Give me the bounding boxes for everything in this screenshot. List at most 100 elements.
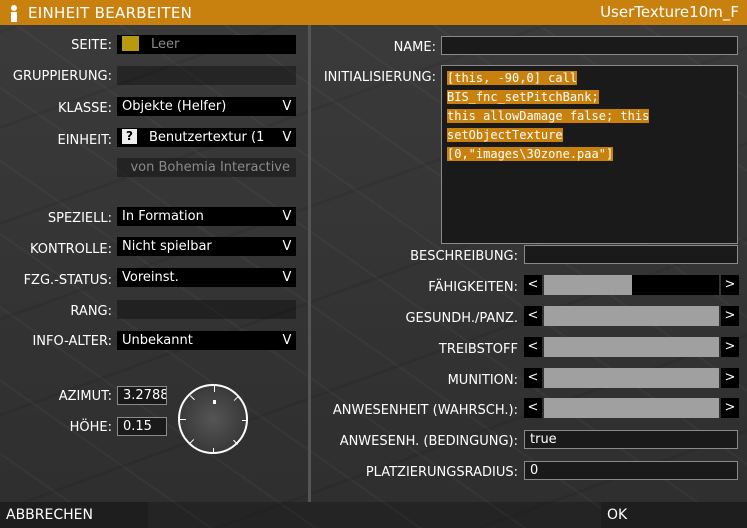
dial-tick xyxy=(214,386,215,392)
munition-label: MUNITION: xyxy=(447,373,518,388)
init-line: [this, -90,0] call BIS_fnc_setPitchBank; xyxy=(447,71,599,104)
arrow-right-icon[interactable]: > xyxy=(721,306,739,326)
klasse-dropdown[interactable]: Objekte (Helfer) V xyxy=(117,97,296,116)
author-field: von Bohemia Interactive xyxy=(117,158,296,177)
hoehe-label: HÖHE: xyxy=(69,420,112,435)
hoehe-input[interactable]: 0.15 xyxy=(117,417,167,436)
azimut-label: AZIMUT: xyxy=(58,389,112,404)
dial-tick xyxy=(180,419,186,420)
chevron-down-icon: V xyxy=(282,333,292,348)
seite-label: SEITE: xyxy=(71,38,112,53)
einheit-label: EINHEIT: xyxy=(57,133,113,148)
kontrolle-dropdown[interactable]: Nicht spielbar V xyxy=(117,237,296,256)
info-alter-value: Unbekannt xyxy=(122,333,193,348)
gesundheit-label: GESUNDH./PANZ. xyxy=(405,311,518,326)
slider-track[interactable] xyxy=(544,275,719,295)
chevron-down-icon: V xyxy=(282,239,292,254)
object-class-name: UserTexture10m_F xyxy=(600,3,739,21)
slider-fill xyxy=(544,398,719,418)
speziell-value: In Formation xyxy=(122,209,204,224)
arrow-right-icon[interactable]: > xyxy=(721,398,739,418)
dialog-title: EINHEIT BEARBEITEN xyxy=(28,3,193,22)
klasse-label: KLASSE: xyxy=(57,101,112,116)
chevron-down-icon: V xyxy=(282,209,292,224)
einheit-value: Benutzertextur (1 xyxy=(149,130,265,145)
name-label: NAME: xyxy=(393,40,436,55)
title-bar: EINHEIT BEARBEITEN UserTexture10m_F xyxy=(0,0,747,25)
init-line: setObjectTexture xyxy=(447,128,563,142)
slider-track[interactable] xyxy=(544,368,719,388)
einheit-dropdown[interactable]: ? Benutzertextur (1 V xyxy=(117,128,296,147)
klasse-value: Objekte (Helfer) xyxy=(122,99,227,114)
platzierungsradius-label: PLATZIERUNGSRADIUS: xyxy=(365,465,518,480)
info-alter-dropdown[interactable]: Unbekannt V xyxy=(117,331,296,350)
seite-field[interactable]: Leer xyxy=(117,35,296,54)
ok-button[interactable]: OK xyxy=(601,502,747,528)
slider-track[interactable] xyxy=(544,306,719,326)
beschreibung-label: BESCHREIBUNG: xyxy=(410,249,518,264)
slider-fill xyxy=(544,275,632,295)
kontrolle-label: KONTROLLE: xyxy=(29,242,112,257)
info-alter-label: INFO-ALTER: xyxy=(32,334,112,349)
dial-needle-icon xyxy=(213,400,216,404)
init-line: this allowDamage false; this xyxy=(447,109,650,123)
azimuth-dial[interactable] xyxy=(178,384,248,454)
treibstoff-label: TREIBSTOFF xyxy=(438,342,518,357)
faehigkeiten-slider[interactable]: < > xyxy=(524,275,739,295)
gruppierung-field[interactable] xyxy=(117,66,296,85)
fzg-status-dropdown[interactable]: Voreinst. V xyxy=(117,268,296,287)
initialisierung-label: INITIALISIERUNG: xyxy=(323,70,436,85)
speziell-label: SPEZIELL: xyxy=(47,211,112,226)
beschreibung-input[interactable] xyxy=(524,245,738,264)
dial-tick xyxy=(189,395,195,401)
azimut-input[interactable]: 3.2788 xyxy=(117,386,167,405)
rang-label: RANG: xyxy=(70,304,112,319)
author-text: von Bohemia Interactive xyxy=(130,160,290,175)
bottom-bar-spacer xyxy=(148,502,601,528)
cancel-button[interactable]: ABBRECHEN xyxy=(0,502,148,528)
gesundheit-slider[interactable]: < > xyxy=(524,306,739,326)
slider-track[interactable] xyxy=(544,398,719,418)
init-line: [0,"images\30zone.paa"] xyxy=(447,147,614,161)
anwesenh-bedingung-label: ANWESENH. (BEDINGUNG): xyxy=(339,434,518,449)
condition-input[interactable]: true xyxy=(524,430,738,449)
gruppierung-label: GRUPPIERUNG: xyxy=(12,69,112,84)
init-script-textarea[interactable]: [this, -90,0] call BIS_fnc_setPitchBank;… xyxy=(441,65,738,244)
arrow-left-icon[interactable]: < xyxy=(524,398,542,418)
arrow-right-icon[interactable]: > xyxy=(721,275,739,295)
arrow-left-icon[interactable]: < xyxy=(524,368,542,388)
fzg-status-label: FZG.-STATUS: xyxy=(23,273,112,288)
dial-tick xyxy=(233,395,239,401)
arrow-right-icon[interactable]: > xyxy=(721,337,739,357)
slider-track[interactable] xyxy=(544,337,719,357)
rang-field[interactable] xyxy=(117,300,296,319)
chevron-down-icon: V xyxy=(282,99,292,114)
arrow-left-icon[interactable]: < xyxy=(524,275,542,295)
name-input[interactable] xyxy=(441,36,738,55)
fzg-status-value: Voreinst. xyxy=(122,270,179,285)
anwesenheit-slider[interactable]: < > xyxy=(524,398,739,418)
bottom-bar: ABBRECHEN OK xyxy=(0,502,747,528)
slider-fill xyxy=(544,306,719,326)
kontrolle-value: Nicht spielbar xyxy=(122,239,212,254)
arrow-left-icon[interactable]: < xyxy=(524,337,542,357)
dial-tick xyxy=(242,420,248,421)
column-divider xyxy=(308,25,311,502)
dial-tick xyxy=(213,448,214,454)
anwesenheit-label: ANWESENHEIT (WAHRSCH.): xyxy=(332,403,518,418)
treibstoff-slider[interactable]: < > xyxy=(524,337,739,357)
seite-value: Leer xyxy=(151,37,180,52)
chevron-down-icon: V xyxy=(282,270,292,285)
slider-fill xyxy=(544,368,719,388)
side-color-swatch xyxy=(122,35,139,51)
munition-slider[interactable]: < > xyxy=(524,368,739,388)
speziell-dropdown[interactable]: In Formation V xyxy=(117,207,296,226)
placement-radius-input[interactable]: 0 xyxy=(524,461,738,480)
person-icon xyxy=(6,3,22,23)
arrow-right-icon[interactable]: > xyxy=(721,368,739,388)
arrow-left-icon[interactable]: < xyxy=(524,306,542,326)
dial-tick xyxy=(189,439,195,445)
question-icon: ? xyxy=(122,128,137,144)
slider-fill xyxy=(544,337,719,357)
dial-tick xyxy=(233,439,239,445)
